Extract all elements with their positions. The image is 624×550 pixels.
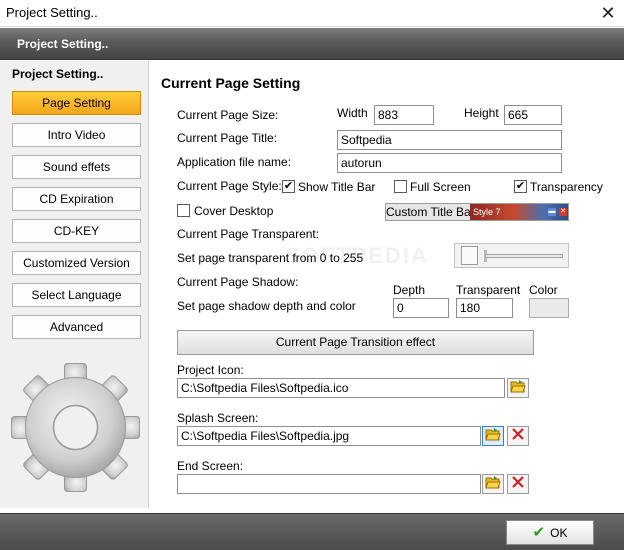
checkmark-icon: ✔ <box>532 524 546 541</box>
app-file-label: Application file name: <box>177 155 292 169</box>
shadow-transparent-label: Transparent <box>456 283 521 297</box>
shadow-color-swatch[interactable] <box>529 298 569 318</box>
close-icon[interactable]: ✕ <box>598 2 618 24</box>
end-screen-label: End Screen: <box>177 459 244 473</box>
sidebar-item-select-language[interactable]: Select Language <box>12 283 141 307</box>
cover-desktop-label: Cover Desktop <box>194 204 274 218</box>
full-screen-checkbox[interactable] <box>394 180 407 193</box>
minimize-icon: ▬ <box>548 208 556 216</box>
ok-label: OK <box>550 526 568 540</box>
full-screen-label: Full Screen <box>410 180 471 194</box>
depth-input[interactable] <box>393 298 449 318</box>
shadow-desc: Set page shadow depth and color <box>177 299 356 313</box>
close-icon: ✕ <box>559 208 567 216</box>
sidebar-item-cd-key[interactable]: CD-KEY <box>12 219 141 243</box>
dialog-header: Project Setting.. <box>0 28 624 60</box>
delete-icon[interactable] <box>507 426 529 446</box>
page-title-input[interactable] <box>337 130 562 150</box>
style-preview-text: Style 7 <box>473 207 501 217</box>
page-title: Current Page Setting <box>161 75 301 91</box>
custom-title-bar-label: Custom Title Bar <box>386 204 475 220</box>
slider-track <box>485 254 563 258</box>
slider-thumb[interactable] <box>461 246 478 265</box>
header-title: Project Setting.. <box>17 37 109 51</box>
height-label: Height <box>464 106 499 120</box>
splash-screen-label: Splash Screen: <box>177 411 259 425</box>
width-label: Width <box>337 106 368 120</box>
shadow-transparent-input[interactable] <box>456 298 513 318</box>
page-title-label: Current Page Title: <box>177 131 278 145</box>
show-title-bar-label: Show Title Bar <box>298 180 376 194</box>
width-input[interactable] <box>374 105 434 125</box>
open-folder-icon[interactable] <box>482 474 504 494</box>
project-icon-input[interactable] <box>177 378 505 398</box>
sidebar-item-advanced[interactable]: Advanced <box>12 315 141 339</box>
style-preview-swatch: Style 7 ▬ ✕ <box>470 204 568 220</box>
sidebar-item-cd-expiration[interactable]: CD Expiration <box>12 187 141 211</box>
height-input[interactable] <box>504 105 562 125</box>
project-icon-label: Project Icon: <box>177 363 244 377</box>
window-title: Project Setting.. <box>6 5 98 20</box>
ok-button[interactable]: ✔ OK <box>506 520 594 545</box>
page-size-label: Current Page Size: <box>177 108 279 122</box>
page-style-label: Current Page Style: <box>177 179 282 193</box>
sidebar-item-page-setting[interactable]: Page Setting <box>12 91 141 115</box>
shadow-label: Current Page Shadow: <box>177 275 299 289</box>
delete-icon[interactable] <box>507 474 529 494</box>
color-label: Color <box>529 283 558 297</box>
custom-title-bar-preview[interactable]: Custom Title Bar Style 7 ▬ ✕ <box>385 203 569 221</box>
splash-screen-input[interactable] <box>177 426 481 446</box>
transparency-slider[interactable] <box>454 243 569 268</box>
sidebar-item-customized-version[interactable]: Customized Version <box>12 251 141 275</box>
sidebar-item-sound-effects[interactable]: Sound effets <box>12 155 141 179</box>
depth-label: Depth <box>393 283 426 297</box>
gear-icon <box>8 360 143 495</box>
transition-effect-button[interactable]: Current Page Transition effect <box>177 330 534 355</box>
transparent-label: Current Page Transparent: <box>177 227 320 241</box>
window-titlebar: Project Setting.. ✕ <box>0 0 624 27</box>
cover-desktop-checkbox[interactable] <box>177 204 190 217</box>
transparency-label: Transparency <box>530 180 603 194</box>
transparency-checkbox[interactable]: ✔ <box>514 180 527 193</box>
show-title-bar-checkbox[interactable]: ✔ <box>282 180 295 193</box>
open-folder-icon[interactable] <box>482 426 504 446</box>
app-file-input[interactable] <box>337 153 562 173</box>
sidebar-title: Project Setting.. <box>12 67 104 81</box>
transparent-range-label: Set page transparent from 0 to 255 <box>177 251 364 265</box>
open-folder-icon[interactable] <box>507 378 529 398</box>
sidebar-item-intro-video[interactable]: Intro Video <box>12 123 141 147</box>
end-screen-input[interactable] <box>177 474 481 494</box>
